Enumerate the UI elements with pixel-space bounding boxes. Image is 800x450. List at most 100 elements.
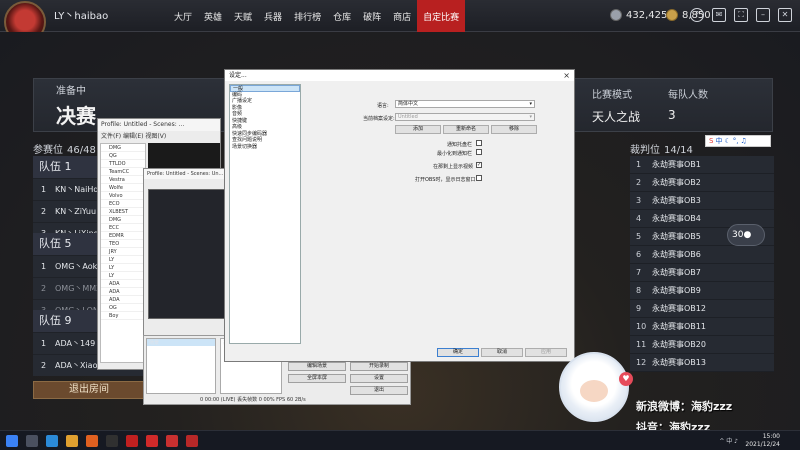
nav-formation[interactable]: 破阵 [357,0,387,32]
main-nav: 大厅 英雄 天赋 兵器 排行榜 仓库 破阵 商店 自定比赛 [168,0,466,32]
edit-scene-button[interactable]: 编辑场景 [288,362,346,371]
nav-heroes[interactable]: 英雄 [198,0,228,32]
scene-item[interactable]: ECC [101,224,145,232]
scene-item[interactable]: ECO [101,200,145,208]
fullscreen-preview-button[interactable]: 全屏本屏 [288,374,346,383]
obs-icon[interactable] [106,435,118,447]
mail-icon[interactable]: ✉ [712,8,726,22]
nav-custom-match[interactable]: 自定比赛 [417,0,466,32]
scene-item[interactable]: TeamCC [101,168,145,176]
scene-item[interactable]: Wolfe [101,184,145,192]
taskbar-clock[interactable]: 15:00 2021/12/24 [745,433,780,449]
scene-item[interactable]: DMG [101,144,145,152]
scene-item[interactable]: XLBEST [101,208,145,216]
minimize-icon[interactable]: – [756,8,770,22]
scene-item[interactable]: EDMR [101,232,145,240]
dialog-cancel-button[interactable]: 取消 [481,348,523,357]
referee-row[interactable]: 12 永劫赛事OB13 [630,354,774,372]
settings-nav: 一般 编码 广播设定 影像 音频 快捷键 高级 快速同步编码器 查找问题说明 场… [229,84,301,344]
language-select[interactable]: 简体中文 ▾ [395,100,535,108]
referee-row[interactable]: 3 永劫赛事OB3 [630,192,774,210]
open-log-label: 打开OBS时，显示日志窗口 [415,177,476,183]
scene-item[interactable]: TTLDO [101,160,145,168]
notify-tray-label: 通知托盘栏 [447,142,473,148]
referee-row[interactable]: 9 永劫赛事OB12 [630,300,774,318]
profile-remove-button[interactable]: 移除 [491,125,537,134]
referees-title: 裁判位 14/14 [630,145,693,156]
referee-row[interactable]: 10 永劫赛事OB11 [630,318,774,336]
app-icon[interactable] [186,435,198,447]
system-tray[interactable]: ^ 中 ♪ [719,436,738,445]
ime-punct-icon: °, [732,137,739,145]
referee-row[interactable]: 6 永劫赛事OB6 [630,246,774,264]
obs-settings-button[interactable]: 设置 [350,374,408,383]
app-icon[interactable] [146,435,158,447]
profile-rename-button[interactable]: 重新命名 [443,125,489,134]
referee-row[interactable]: 8 永劫赛事OB9 [630,282,774,300]
edge-icon[interactable] [46,435,58,447]
obs-menu[interactable]: 文件(F) 编辑(E) 视图(V) [98,131,220,141]
ime-logo-icon: S [709,137,714,145]
silver-amount: 432,425 [626,9,668,21]
settings-nav-scene-switcher[interactable]: 场景切换器 [230,144,300,151]
start-record-button[interactable]: 开始录制 [350,362,408,371]
scene-item[interactable]: DMG [101,216,145,224]
nav-storage[interactable]: 仓库 [327,0,357,32]
game-icon[interactable] [126,435,138,447]
scene-item[interactable]: JRY [101,248,145,256]
notify-tray-checkbox[interactable] [476,140,482,146]
scene-item[interactable]: TEO [101,240,145,248]
scene-item[interactable]: Boy [101,312,145,320]
referee-row[interactable]: 7 永劫赛事OB7 [630,264,774,282]
referee-row[interactable]: 11 永劫赛事OB20 [630,336,774,354]
scene-item[interactable]: ADA [101,288,145,296]
scene-item[interactable]: OG [101,304,145,312]
profile-select[interactable]: Untitled ▾ [395,113,535,121]
scenes-box[interactable]: 场景 [146,338,216,394]
scene-item[interactable]: LY [101,256,145,264]
nav-talents[interactable]: 天赋 [228,0,258,32]
scene-item[interactable]: Volvo [101,192,145,200]
scene-item[interactable]: ADA [101,296,145,304]
start-icon[interactable] [6,435,18,447]
referee-row[interactable]: 1 永劫赛事OB1 [630,156,774,174]
leave-room-button[interactable]: 退出房间 [33,381,145,399]
profile-add-button[interactable]: 添加 [395,125,441,134]
fullscreen-icon[interactable]: ⛶ [734,8,748,22]
nav-lobby[interactable]: 大厅 [168,0,198,32]
help-icon[interactable]: ? [690,8,704,22]
team-size-value: 3 [668,108,676,122]
folder-icon[interactable] [66,435,78,447]
dialog-apply-button[interactable]: 应用 [525,348,567,357]
scene-item[interactable]: LY [101,264,145,272]
floating-ball-widget[interactable]: 30● [727,224,765,246]
nav-weapons[interactable]: 兵器 [258,0,288,32]
nav-shop[interactable]: 商店 [387,0,417,32]
show-preview-checkbox[interactable]: ✓ [476,162,482,168]
app-icon[interactable] [166,435,178,447]
dialog-close-button[interactable]: × [563,70,570,81]
heart-icon: ♥ [619,372,633,386]
scene-item[interactable]: LY [101,272,145,280]
firefox-icon[interactable] [86,435,98,447]
search-icon[interactable] [26,435,38,447]
match-status: 准备中 [56,86,86,97]
nav-leaderboard[interactable]: 排行榜 [288,0,327,32]
close-icon[interactable]: ✕ [778,8,792,22]
dialog-ok-button[interactable]: 确定 [437,348,479,357]
match-mode-label: 比赛模式 [592,90,632,101]
show-preview-label: 在那剩上显示视频 [433,164,474,170]
silver-coin-icon [610,9,622,21]
scene-item[interactable]: ADA [101,280,145,288]
scene-item[interactable]: Vestra [101,176,145,184]
scene-item[interactable]: QG [101,152,145,160]
obs-exit-button[interactable]: 退出 [350,386,408,395]
referee-row[interactable]: 2 永劫赛事OB2 [630,174,774,192]
obs-scene-list: DMG QG TTLDO TeamCC Vestra Wolfe Volvo E… [100,143,146,363]
language-label: 语言: [377,103,389,109]
minimize-tray-checkbox[interactable] [476,149,482,155]
settings-dialog: 设定... × 一般 编码 广播设定 影像 音频 快捷键 高级 快速同步编码器 … [224,69,575,362]
open-log-checkbox[interactable] [476,175,482,181]
referees-count: 14/14 [664,145,693,156]
ime-toolbar[interactable]: S 中 ☾ °, ♫ [705,135,771,147]
